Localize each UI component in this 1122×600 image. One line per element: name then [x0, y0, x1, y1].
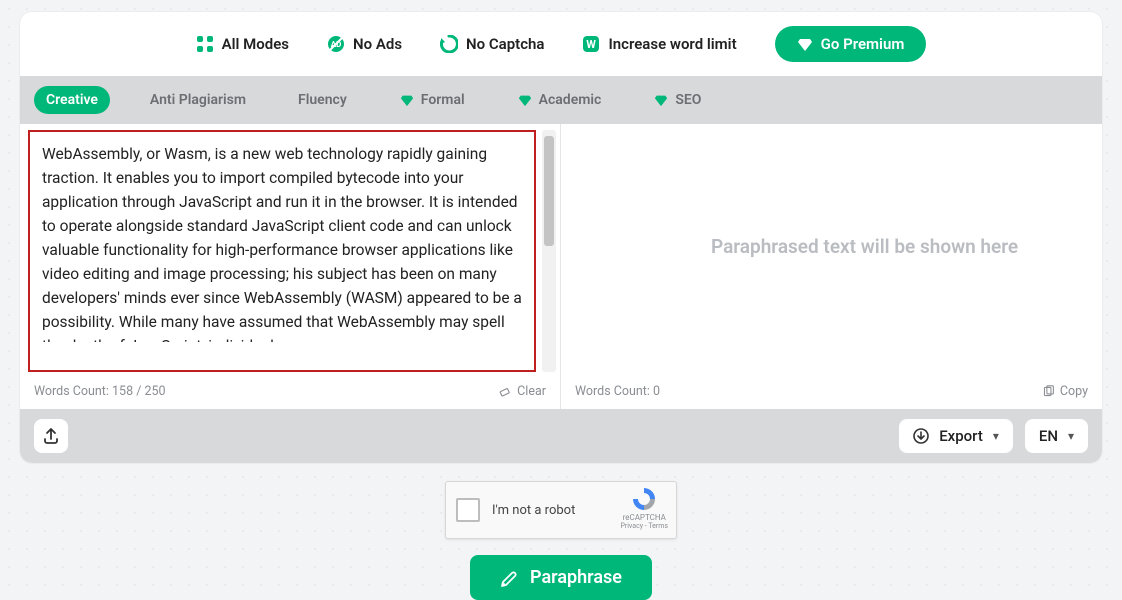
tab-label: SEO: [675, 92, 701, 108]
paraphrase-label: Paraphrase: [530, 567, 622, 588]
topbar: All Modes AD No Ads No Captcha W Increas…: [20, 12, 1102, 76]
diamond-icon: [797, 36, 813, 52]
language-dropdown[interactable]: EN ▾: [1025, 419, 1088, 453]
word-limit-icon: W: [582, 35, 600, 53]
feature-label: Increase word limit: [608, 35, 736, 53]
tab-formal[interactable]: Formal: [387, 86, 477, 114]
tab-label: Creative: [46, 92, 98, 108]
eraser-icon: [499, 385, 512, 398]
export-dropdown[interactable]: Export ▾: [899, 419, 1013, 453]
input-textarea[interactable]: WebAssembly, or Wasm, is a new web techn…: [28, 130, 536, 372]
recaptcha-label: I'm not a robot: [492, 503, 575, 518]
recaptcha-logo: reCAPTCHA Privacy - Terms: [620, 486, 668, 530]
feature-word-limit: W Increase word limit: [582, 35, 736, 53]
recaptcha-widget[interactable]: I'm not a robot reCAPTCHA Privacy - Term…: [445, 481, 677, 539]
no-ads-icon: AD: [327, 35, 345, 53]
premium-label: Go Premium: [821, 35, 905, 53]
mode-tabs: Creative Anti Plagiarism Fluency Formal …: [20, 76, 1102, 124]
recaptcha-brand: reCAPTCHA: [623, 513, 666, 522]
editor-panes: WebAssembly, or Wasm, is a new web techn…: [20, 124, 1102, 378]
tab-seo[interactable]: SEO: [641, 86, 713, 114]
no-captcha-icon: [440, 35, 458, 53]
feature-label: All Modes: [222, 35, 289, 53]
go-premium-button[interactable]: Go Premium: [775, 26, 927, 62]
feature-label: No Captcha: [466, 35, 544, 53]
chevron-down-icon: ▾: [1068, 429, 1074, 443]
clear-button[interactable]: Clear: [499, 384, 546, 399]
tab-fluency[interactable]: Fluency: [286, 86, 359, 114]
input-word-count: Words Count: 158 / 250: [34, 384, 166, 399]
diamond-icon: [517, 92, 533, 108]
copy-label: Copy: [1060, 384, 1088, 399]
copy-icon: [1042, 385, 1055, 398]
clear-label: Clear: [517, 384, 546, 399]
paraphrase-button[interactable]: Paraphrase: [470, 555, 652, 600]
feature-label: No Ads: [353, 35, 402, 53]
app-card: All Modes AD No Ads No Captcha W Increas…: [20, 12, 1102, 463]
upload-icon: [42, 427, 60, 445]
svg-text:W: W: [587, 38, 597, 51]
meta-row: Words Count: 158 / 250 Clear Words Count…: [20, 378, 1102, 409]
tab-label: Fluency: [298, 92, 347, 108]
tab-label: Academic: [539, 92, 602, 108]
output-meta: Words Count: 0 Copy: [561, 378, 1102, 409]
right-controls: Export ▾ EN ▾: [899, 419, 1088, 453]
feature-no-ads: AD No Ads: [327, 35, 402, 53]
grid-icon: [196, 35, 214, 53]
output-placeholder: Paraphrased text will be shown here: [711, 234, 1062, 261]
input-meta: Words Count: 158 / 250 Clear: [20, 378, 561, 409]
chevron-down-icon: ▾: [993, 429, 999, 443]
scrollbar[interactable]: [542, 130, 556, 372]
upload-button[interactable]: [34, 419, 68, 453]
export-label: Export: [939, 427, 983, 445]
paraphrase-icon: [500, 568, 520, 588]
input-text: WebAssembly, or Wasm, is a new web techn…: [42, 142, 522, 342]
output-pane: Paraphrased text will be shown here: [561, 124, 1102, 378]
input-pane: WebAssembly, or Wasm, is a new web techn…: [20, 124, 561, 378]
diamond-icon: [653, 92, 669, 108]
recaptcha-checkbox[interactable]: [456, 498, 480, 522]
lang-label: EN: [1039, 427, 1058, 445]
bottom-bar: Export ▾ EN ▾: [20, 409, 1102, 463]
tab-creative[interactable]: Creative: [34, 86, 110, 114]
diamond-icon: [399, 92, 415, 108]
feature-all-modes: All Modes: [196, 35, 289, 53]
tab-anti-plagiarism[interactable]: Anti Plagiarism: [138, 86, 258, 114]
copy-button[interactable]: Copy: [1042, 384, 1088, 399]
recaptcha-small: Privacy - Terms: [620, 522, 668, 530]
tab-academic[interactable]: Academic: [505, 86, 614, 114]
download-icon: [913, 428, 929, 444]
feature-no-captcha: No Captcha: [440, 35, 544, 53]
tab-label: Anti Plagiarism: [150, 92, 246, 108]
tab-label: Formal: [421, 92, 465, 108]
output-word-count: Words Count: 0: [575, 384, 660, 399]
